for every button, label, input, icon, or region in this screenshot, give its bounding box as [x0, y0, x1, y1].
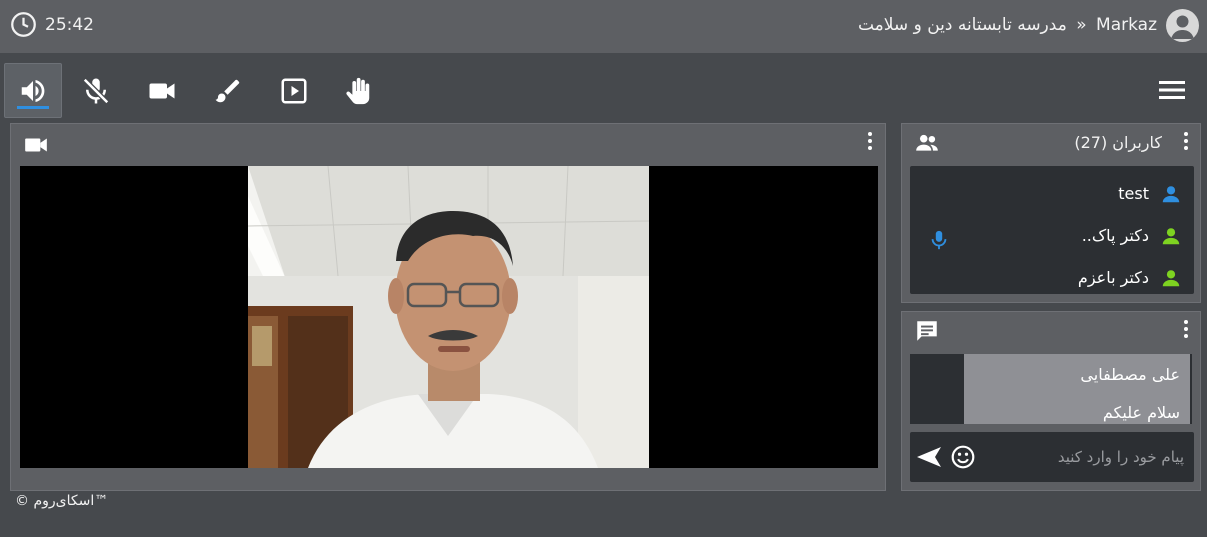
users-list: test دکتر پاک.. دکتر باعزم	[910, 166, 1194, 294]
timer-text: 25:42	[45, 14, 94, 35]
users-panel: کاربران (27) test دکتر پاک.. دکتر باعزم	[901, 123, 1201, 303]
video-options-button[interactable]	[867, 132, 873, 152]
video-stage	[20, 166, 878, 468]
clock-icon	[11, 12, 36, 37]
emoji-icon[interactable]	[950, 444, 976, 470]
user-icon	[1162, 270, 1180, 287]
chat-panel: علی مصطفایی سلام علیکم	[901, 311, 1201, 491]
speaker-icon	[21, 79, 45, 102]
menu-button[interactable]	[1157, 77, 1187, 103]
speaker-button[interactable]	[4, 63, 62, 118]
webcam-feed	[248, 166, 649, 468]
chat-icon	[917, 321, 937, 341]
chat-options-button[interactable]	[1183, 320, 1189, 340]
hand-icon	[346, 77, 370, 104]
microphone-muted-icon	[82, 77, 110, 104]
users-title: کاربران (27)	[1074, 133, 1162, 152]
chat-message-input[interactable]	[984, 432, 1194, 482]
room-title: مدرسه تابستانه دین و سلامت	[857, 15, 1067, 35]
chat-composer	[910, 432, 1194, 482]
user-name: دکتر پاک..	[1081, 226, 1149, 245]
app-name[interactable]: Markaz	[1096, 15, 1157, 35]
chat-message-text: سلام علیکم	[1102, 403, 1180, 422]
user-name: test	[1118, 184, 1149, 203]
footer-copyright: © اسکای‌روم™	[15, 493, 109, 509]
breadcrumb: مدرسه تابستانه دین و سلامت » Markaz	[858, 15, 1157, 35]
brush-icon	[215, 79, 240, 102]
user-icon	[1162, 186, 1180, 203]
webcam-video-frame	[248, 166, 649, 468]
microphone-button[interactable]	[67, 63, 125, 118]
camera-button[interactable]	[133, 63, 191, 118]
toolbar	[0, 59, 1207, 121]
users-options-button[interactable]	[1183, 132, 1189, 152]
presentation-button[interactable]	[265, 63, 323, 118]
chat-message-author: علی مصطفایی	[1080, 365, 1180, 384]
microphone-icon	[931, 230, 947, 250]
user-icon	[1162, 228, 1180, 245]
chat-messages: علی مصطفایی سلام علیکم	[910, 354, 1192, 424]
user-avatar-icon	[1171, 15, 1194, 39]
hamburger-icon	[1159, 81, 1185, 99]
video-camera-icon	[25, 138, 47, 152]
users-panel-header: کاربران (27)	[902, 124, 1200, 162]
list-item[interactable]: دکتر باعزم	[910, 258, 1194, 298]
top-bar: 25:42 مدرسه تابستانه دین و سلامت » Marka…	[0, 0, 1207, 53]
chat-message: علی مصطفایی سلام علیکم	[964, 354, 1190, 424]
video-panel	[10, 123, 886, 491]
list-item[interactable]: دکتر پاک..	[910, 216, 1194, 256]
play-box-icon	[281, 78, 307, 103]
raise-hand-button[interactable]	[329, 63, 387, 118]
user-name: دکتر باعزم	[1077, 268, 1149, 287]
camera-icon	[149, 83, 175, 98]
send-icon[interactable]	[915, 445, 943, 469]
session-timer: 25:42	[10, 11, 94, 38]
avatar[interactable]	[1166, 9, 1199, 42]
list-item[interactable]: test	[910, 174, 1194, 214]
breadcrumb-separator: »	[1076, 15, 1087, 35]
people-icon	[916, 134, 938, 151]
whiteboard-button[interactable]	[199, 63, 257, 118]
